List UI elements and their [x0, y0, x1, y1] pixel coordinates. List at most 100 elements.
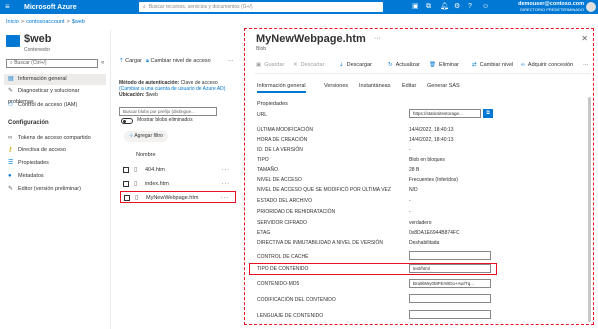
file-icon: ▯	[134, 167, 138, 173]
prop-value: -	[409, 209, 411, 215]
content-type-input[interactable]: text/html	[409, 264, 491, 273]
global-search-input[interactable]: ⌕ Buscar recursos, servicios y documento…	[139, 2, 383, 12]
acquire-lease-label: Adquirir concesión	[527, 62, 574, 68]
change-access-level-button[interactable]: 🔒︎ Cambiar nivel de acceso	[146, 58, 211, 65]
page-subtitle: Contenedor	[24, 47, 51, 53]
wrench-icon: ✎	[8, 88, 14, 94]
row-checkbox[interactable]	[123, 167, 129, 173]
show-deleted-toggle[interactable]	[121, 118, 133, 124]
content-encoding-input[interactable]	[409, 294, 491, 303]
breadcrumb-account[interactable]: contosoaccount	[26, 19, 65, 25]
change-tier-label: Cambiar nivel	[479, 62, 514, 68]
tab-versions[interactable]: Versiones	[324, 83, 348, 89]
nav-item-access-policy[interactable]: ⚷ Directiva de acceso	[4, 145, 106, 156]
avatar[interactable]	[586, 2, 596, 12]
panel-divider	[110, 30, 111, 329]
tab-snapshots[interactable]: Instantáneas	[359, 83, 391, 89]
refresh-button[interactable]: ↻ Actualizar	[388, 62, 420, 68]
row-checkbox[interactable]	[124, 195, 130, 201]
settings-icon[interactable]: ⚙	[454, 3, 460, 11]
column-header-name[interactable]: Nombre	[136, 152, 156, 158]
close-icon[interactable]: ✕	[581, 34, 588, 43]
help-icon[interactable]: ?	[468, 3, 472, 11]
nav-item-overview[interactable]: ▤ Información general	[4, 74, 106, 85]
file-name[interactable]: index.htm	[145, 178, 169, 190]
nav-item-label: Metadatos	[18, 173, 44, 179]
cache-control-label: CONTROL DE CACHÉ	[257, 254, 309, 260]
row-more-button[interactable]: ···	[222, 164, 231, 176]
table-row-selected[interactable]: ▯ MyNewWebpage.htm ···	[120, 191, 236, 203]
content-type-label: TIPO DE CONTENIDO	[257, 266, 309, 272]
more-button[interactable]: ···	[228, 58, 234, 64]
scrollbar[interactable]	[588, 97, 591, 322]
refresh-label: Actualizar	[395, 62, 420, 68]
file-name[interactable]: 404.htm	[145, 164, 165, 176]
tab-generate-sas[interactable]: Generar SAS	[427, 83, 460, 89]
breadcrumb-container[interactable]: $web	[72, 19, 85, 25]
upload-button[interactable]: ⇡ Cargar	[119, 58, 142, 64]
save-button[interactable]: ▣ Guardar	[256, 62, 284, 68]
change-tier-button[interactable]: ⇄ Cambiar nivel	[472, 62, 513, 68]
prop-value: Frecuentes (Inferidos)	[409, 177, 458, 183]
feedback-icon[interactable]: ☺	[482, 3, 489, 11]
table-row[interactable]: ▯ 404.htm ···	[120, 164, 236, 176]
breadcrumb-home[interactable]: Inicio	[6, 19, 19, 25]
acquire-lease-button[interactable]: ∞ Adquirir concesión	[521, 62, 573, 68]
top-bar: ≡ Microsoft Azure ⌕ Buscar recursos, ser…	[0, 0, 598, 14]
nav-item-diagnose[interactable]: ✎ Diagnosticar y solucionar problemas	[4, 86, 106, 105]
location-value: $web	[145, 92, 158, 98]
tab-overview[interactable]: Información general	[257, 83, 306, 93]
url-field[interactable]: https://staticsitestorage...	[409, 109, 481, 118]
link-icon: ∞	[8, 135, 13, 141]
nav-item-editor[interactable]: ✎ Editor (versión preliminar)	[4, 184, 106, 195]
notifications-icon[interactable]: 🔔︎	[440, 3, 449, 11]
breadcrumb-separator: >	[20, 19, 25, 25]
row-more-button[interactable]: ···	[221, 192, 230, 204]
cloud-shell-icon[interactable]: ▣	[412, 3, 419, 11]
trash-icon: 🗑︎	[429, 62, 436, 68]
blob-subtitle: Blob	[256, 46, 267, 52]
user-directory: DIRECTORIO PREDETERMINADO	[520, 7, 584, 12]
menu-search-input[interactable]: ⌕ Buscar (Ctrl+/)	[6, 59, 98, 68]
portal-brand[interactable]: Microsoft Azure	[0, 4, 128, 11]
row-checkbox[interactable]	[123, 181, 129, 187]
toolbar-more-button[interactable]: ···	[583, 62, 589, 68]
breadcrumb: Inicio > contosoaccount > $web	[6, 19, 85, 25]
collapse-icon[interactable]: «	[101, 60, 104, 66]
add-filter-label: Agregar filtro	[134, 133, 163, 139]
tab-edit[interactable]: Editar	[402, 83, 416, 89]
directory-icon[interactable]: ⧉	[426, 3, 431, 11]
download-button[interactable]: ⇣ Descargar	[339, 62, 372, 68]
discard-button[interactable]: ✕ Descartar	[293, 62, 324, 68]
copy-icon[interactable]: ⧉	[483, 109, 493, 118]
prop-label: NIVEL DE ACCESO	[257, 177, 302, 183]
menu-icon[interactable]: ≡	[5, 3, 14, 11]
file-name[interactable]: MyNewWebpage.htm	[146, 192, 198, 204]
prefix-search-input[interactable]: Buscar blobs por prefijo (distingue...	[119, 107, 217, 116]
prop-label: NIVEL DE ACCESO QUE SE MODIFICÓ POR ÚLTI…	[257, 187, 391, 193]
add-filter-button[interactable]: ⊹ Agregar filtro	[124, 131, 168, 142]
nav-item-properties[interactable]: ☰ Propiedades	[4, 158, 106, 169]
nav-item-metadata[interactable]: ● Metadatos	[4, 171, 106, 182]
content-language-input[interactable]	[409, 310, 491, 319]
prop-label: TAMAÑO	[257, 167, 279, 173]
table-row[interactable]: ▯ index.htm ···	[120, 178, 236, 190]
upload-icon: ⇡	[119, 58, 124, 64]
cache-control-input[interactable]	[409, 251, 491, 260]
delete-button[interactable]: 🗑︎ Eliminar	[429, 62, 459, 68]
breadcrumb-separator: >	[66, 19, 70, 25]
download-label: Descargar	[346, 62, 372, 68]
prop-value: verdadero	[409, 220, 432, 226]
content-md5-input[interactable]: Bra9bWy0MFErWDo+Aw/Tq...	[409, 279, 491, 288]
nav-item-sas[interactable]: ∞ Tokens de acceso compartido	[4, 133, 106, 144]
nav-item-iam[interactable]: ⚇ Control de acceso (IAM)	[4, 100, 106, 111]
account-menu[interactable]: demouser@contoso.com DIRECTORIO PREDETER…	[518, 1, 584, 12]
row-more-button[interactable]: ···	[222, 178, 231, 190]
nav-item-label: Información general	[18, 76, 67, 82]
blob-more-button[interactable]: ···	[374, 35, 381, 42]
prop-value: 14/4/2022, 18:40:13	[409, 127, 454, 133]
content-language-label: LENGUAJE DE CONTENIDO	[257, 313, 324, 319]
toolbar-divider	[255, 73, 591, 74]
refresh-icon: ↻	[388, 62, 393, 68]
properties-icon: ☰	[8, 160, 14, 166]
